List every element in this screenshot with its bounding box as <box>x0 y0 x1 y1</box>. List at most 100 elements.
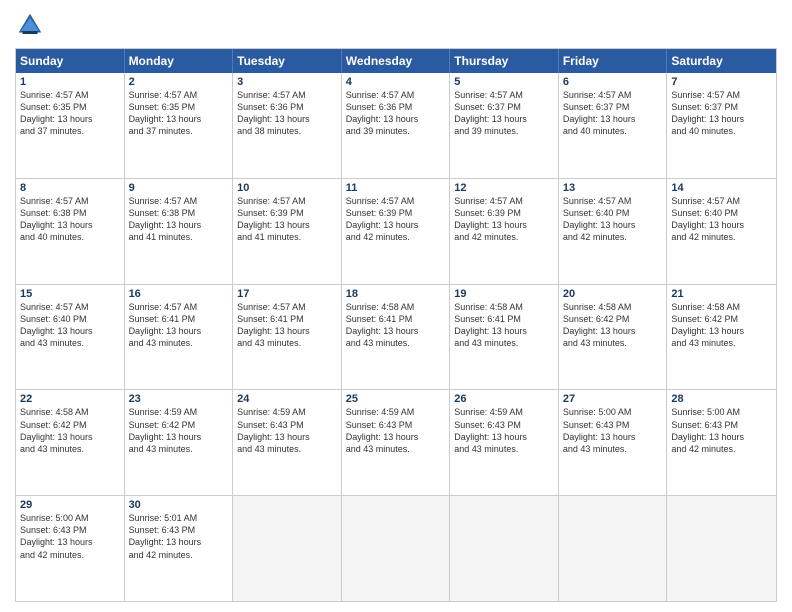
cell-info: Sunrise: 4:57 AM Sunset: 6:40 PM Dayligh… <box>563 195 663 244</box>
day-number: 21 <box>671 288 772 300</box>
cell-info: Sunrise: 4:57 AM Sunset: 6:38 PM Dayligh… <box>129 195 229 244</box>
cal-row-2: 8Sunrise: 4:57 AM Sunset: 6:38 PM Daylig… <box>16 179 776 285</box>
cal-cell: 18Sunrise: 4:58 AM Sunset: 6:41 PM Dayli… <box>342 285 451 390</box>
day-number: 5 <box>454 76 554 88</box>
header-day-wednesday: Wednesday <box>342 49 451 73</box>
cal-cell: 23Sunrise: 4:59 AM Sunset: 6:42 PM Dayli… <box>125 390 234 495</box>
cell-info: Sunrise: 4:58 AM Sunset: 6:41 PM Dayligh… <box>454 301 554 350</box>
cell-info: Sunrise: 5:00 AM Sunset: 6:43 PM Dayligh… <box>20 512 120 561</box>
cell-info: Sunrise: 4:57 AM Sunset: 6:37 PM Dayligh… <box>454 89 554 138</box>
cell-info: Sunrise: 4:57 AM Sunset: 6:36 PM Dayligh… <box>346 89 446 138</box>
day-number: 19 <box>454 288 554 300</box>
cal-cell: 1Sunrise: 4:57 AM Sunset: 6:35 PM Daylig… <box>16 73 125 178</box>
header-day-sunday: Sunday <box>16 49 125 73</box>
day-number: 23 <box>129 393 229 405</box>
cell-info: Sunrise: 4:59 AM Sunset: 6:43 PM Dayligh… <box>237 406 337 455</box>
cell-info: Sunrise: 4:57 AM Sunset: 6:37 PM Dayligh… <box>671 89 772 138</box>
cell-info: Sunrise: 4:58 AM Sunset: 6:42 PM Dayligh… <box>20 406 120 455</box>
cal-cell: 17Sunrise: 4:57 AM Sunset: 6:41 PM Dayli… <box>233 285 342 390</box>
header <box>15 10 777 40</box>
day-number: 25 <box>346 393 446 405</box>
cal-cell: 29Sunrise: 5:00 AM Sunset: 6:43 PM Dayli… <box>16 496 125 601</box>
cal-cell: 2Sunrise: 4:57 AM Sunset: 6:35 PM Daylig… <box>125 73 234 178</box>
cell-info: Sunrise: 4:58 AM Sunset: 6:42 PM Dayligh… <box>563 301 663 350</box>
cal-cell: 16Sunrise: 4:57 AM Sunset: 6:41 PM Dayli… <box>125 285 234 390</box>
cal-cell: 11Sunrise: 4:57 AM Sunset: 6:39 PM Dayli… <box>342 179 451 284</box>
cal-cell: 3Sunrise: 4:57 AM Sunset: 6:36 PM Daylig… <box>233 73 342 178</box>
cell-info: Sunrise: 4:57 AM Sunset: 6:41 PM Dayligh… <box>237 301 337 350</box>
cal-row-1: 1Sunrise: 4:57 AM Sunset: 6:35 PM Daylig… <box>16 73 776 179</box>
day-number: 24 <box>237 393 337 405</box>
day-number: 30 <box>129 499 229 511</box>
cal-cell: 22Sunrise: 4:58 AM Sunset: 6:42 PM Dayli… <box>16 390 125 495</box>
cal-cell: 6Sunrise: 4:57 AM Sunset: 6:37 PM Daylig… <box>559 73 668 178</box>
cell-info: Sunrise: 4:59 AM Sunset: 6:43 PM Dayligh… <box>346 406 446 455</box>
day-number: 16 <box>129 288 229 300</box>
calendar-header: SundayMondayTuesdayWednesdayThursdayFrid… <box>16 49 776 73</box>
day-number: 1 <box>20 76 120 88</box>
day-number: 20 <box>563 288 663 300</box>
header-day-saturday: Saturday <box>667 49 776 73</box>
cal-cell: 8Sunrise: 4:57 AM Sunset: 6:38 PM Daylig… <box>16 179 125 284</box>
cell-info: Sunrise: 4:57 AM Sunset: 6:36 PM Dayligh… <box>237 89 337 138</box>
day-number: 2 <box>129 76 229 88</box>
cell-info: Sunrise: 4:57 AM Sunset: 6:40 PM Dayligh… <box>20 301 120 350</box>
cell-info: Sunrise: 5:00 AM Sunset: 6:43 PM Dayligh… <box>563 406 663 455</box>
day-number: 7 <box>671 76 772 88</box>
cell-info: Sunrise: 4:58 AM Sunset: 6:42 PM Dayligh… <box>671 301 772 350</box>
cell-info: Sunrise: 5:01 AM Sunset: 6:43 PM Dayligh… <box>129 512 229 561</box>
cal-cell: 13Sunrise: 4:57 AM Sunset: 6:40 PM Dayli… <box>559 179 668 284</box>
day-number: 6 <box>563 76 663 88</box>
cal-cell: 21Sunrise: 4:58 AM Sunset: 6:42 PM Dayli… <box>667 285 776 390</box>
cal-row-5: 29Sunrise: 5:00 AM Sunset: 6:43 PM Dayli… <box>16 496 776 601</box>
cell-info: Sunrise: 5:00 AM Sunset: 6:43 PM Dayligh… <box>671 406 772 455</box>
day-number: 9 <box>129 182 229 194</box>
day-number: 28 <box>671 393 772 405</box>
day-number: 29 <box>20 499 120 511</box>
cal-cell: 10Sunrise: 4:57 AM Sunset: 6:39 PM Dayli… <box>233 179 342 284</box>
cell-info: Sunrise: 4:57 AM Sunset: 6:35 PM Dayligh… <box>20 89 120 138</box>
cal-cell <box>667 496 776 601</box>
cal-cell: 15Sunrise: 4:57 AM Sunset: 6:40 PM Dayli… <box>16 285 125 390</box>
logo-icon <box>15 10 45 40</box>
cell-info: Sunrise: 4:59 AM Sunset: 6:43 PM Dayligh… <box>454 406 554 455</box>
day-number: 13 <box>563 182 663 194</box>
cal-cell <box>233 496 342 601</box>
day-number: 14 <box>671 182 772 194</box>
day-number: 12 <box>454 182 554 194</box>
cal-cell: 14Sunrise: 4:57 AM Sunset: 6:40 PM Dayli… <box>667 179 776 284</box>
cal-cell <box>450 496 559 601</box>
cal-row-3: 15Sunrise: 4:57 AM Sunset: 6:40 PM Dayli… <box>16 285 776 391</box>
cal-cell <box>559 496 668 601</box>
cell-info: Sunrise: 4:57 AM Sunset: 6:39 PM Dayligh… <box>237 195 337 244</box>
cell-info: Sunrise: 4:57 AM Sunset: 6:37 PM Dayligh… <box>563 89 663 138</box>
cal-row-4: 22Sunrise: 4:58 AM Sunset: 6:42 PM Dayli… <box>16 390 776 496</box>
cal-cell: 27Sunrise: 5:00 AM Sunset: 6:43 PM Dayli… <box>559 390 668 495</box>
day-number: 17 <box>237 288 337 300</box>
day-number: 11 <box>346 182 446 194</box>
cal-cell: 19Sunrise: 4:58 AM Sunset: 6:41 PM Dayli… <box>450 285 559 390</box>
day-number: 15 <box>20 288 120 300</box>
cell-info: Sunrise: 4:59 AM Sunset: 6:42 PM Dayligh… <box>129 406 229 455</box>
header-day-thursday: Thursday <box>450 49 559 73</box>
cell-info: Sunrise: 4:57 AM Sunset: 6:39 PM Dayligh… <box>346 195 446 244</box>
day-number: 18 <box>346 288 446 300</box>
page: SundayMondayTuesdayWednesdayThursdayFrid… <box>0 0 792 612</box>
cal-cell: 28Sunrise: 5:00 AM Sunset: 6:43 PM Dayli… <box>667 390 776 495</box>
day-number: 4 <box>346 76 446 88</box>
cal-cell: 30Sunrise: 5:01 AM Sunset: 6:43 PM Dayli… <box>125 496 234 601</box>
day-number: 8 <box>20 182 120 194</box>
day-number: 10 <box>237 182 337 194</box>
cal-cell <box>342 496 451 601</box>
cell-info: Sunrise: 4:57 AM Sunset: 6:38 PM Dayligh… <box>20 195 120 244</box>
logo <box>15 10 49 40</box>
calendar-body: 1Sunrise: 4:57 AM Sunset: 6:35 PM Daylig… <box>16 73 776 601</box>
cal-cell: 25Sunrise: 4:59 AM Sunset: 6:43 PM Dayli… <box>342 390 451 495</box>
day-number: 22 <box>20 393 120 405</box>
day-number: 27 <box>563 393 663 405</box>
header-day-friday: Friday <box>559 49 668 73</box>
cal-cell: 20Sunrise: 4:58 AM Sunset: 6:42 PM Dayli… <box>559 285 668 390</box>
cal-cell: 24Sunrise: 4:59 AM Sunset: 6:43 PM Dayli… <box>233 390 342 495</box>
cell-info: Sunrise: 4:57 AM Sunset: 6:35 PM Dayligh… <box>129 89 229 138</box>
cal-cell: 12Sunrise: 4:57 AM Sunset: 6:39 PM Dayli… <box>450 179 559 284</box>
